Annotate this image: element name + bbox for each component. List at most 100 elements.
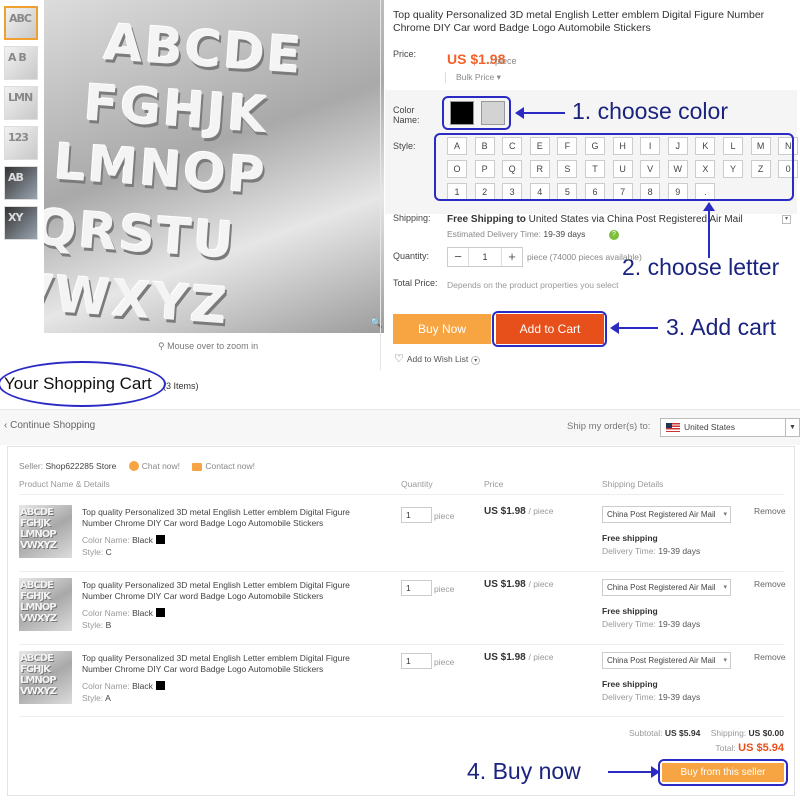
item-title-link[interactable]: Top quality Personalized 3D metal Englis… [82,653,358,675]
subtotal-label: Subtotal: [628,728,663,738]
column-quantity: Quantity [401,479,433,489]
bulk-price-toggle[interactable]: Bulk Price ▾ [445,72,501,83]
item-quantity-input[interactable]: 1 [401,507,432,523]
item-delivery: Delivery Time: 19-39 days [602,692,700,702]
thumbnail-4[interactable]: 123 [4,126,38,160]
color-chip [155,535,165,544]
item-color: Color Name: Black [82,534,165,546]
item-style: Style: A [82,692,111,704]
item-thumbnail[interactable]: ABCDE FGHJK LMNOP VWXYZ [19,651,72,704]
item-shipping-method: China Post Registered Air Mail [607,510,716,519]
total-price-note: Depends on the product properties you se… [447,280,619,290]
heart-icon: ♡ [394,353,404,365]
shipping-cost-label: Shipping: [710,728,747,738]
quantity-label: Quantity: [393,251,430,261]
item-free-shipping: Free shipping [602,679,658,689]
chevron-down-icon[interactable]: ▾ [471,356,481,365]
item-price: US $1.98 / piece [484,652,554,663]
annotation-step-4: 4. Buy now [467,758,581,784]
item-remove-link[interactable]: Remove [754,652,786,662]
annotation-step-2: 2. choose letter [622,254,780,280]
item-shipping-select[interactable]: China Post Registered Air Mail ▾ [602,579,731,596]
item-price: US $1.98 / piece [484,506,554,517]
image-letter-row: FGHJK [82,73,271,145]
plus-icon[interactable]: + [502,248,522,266]
image-letter-row: QRSTU [44,198,238,270]
annotation-letter-outline [434,133,794,201]
price-unit: / piece [490,56,517,66]
chevron-down-icon: ▾ [723,511,727,518]
help-icon[interactable]: ? [609,230,619,240]
continue-shopping-link[interactable]: ‹ Continue Shopping [4,420,95,431]
annotation-cart-title-outline [0,361,166,407]
store-link[interactable]: Shop622285 Store [45,461,116,471]
chevron-down-icon: ▾ [723,584,727,591]
country-select[interactable]: United States ▼ [660,418,800,437]
thumbnail-3[interactable]: LMN [4,86,38,120]
contact-now-link[interactable]: Contact now! [205,461,255,471]
buy-now-button[interactable]: Buy Now [393,314,491,344]
item-style-label: Style: [82,693,104,703]
item-shipping-select[interactable]: China Post Registered Air Mail ▾ [602,506,731,523]
item-style-value: A [105,693,111,703]
total-price-label: Total Price: [393,278,438,288]
item-delivery-label: Delivery Time: [602,692,656,702]
item-delivery: Delivery Time: 19-39 days [602,619,700,629]
chat-now-link[interactable]: Chat now! [142,461,180,471]
divider [19,571,784,572]
item-delivery-label: Delivery Time: [602,546,656,556]
item-thumbnail[interactable]: ABCDE FGHJK LMNOP VWXYZ [19,578,72,631]
seller-row: Seller: Shop622285 Store Chat now! Conta… [19,461,255,471]
seller-label: Seller: [19,461,44,471]
minus-icon[interactable]: − [448,248,468,266]
chat-icon [128,461,139,471]
item-price-value: US $1.98 [484,579,526,590]
cart-item-count: (3 Items) [163,381,199,391]
item-free-shipping: Free shipping [602,533,658,543]
zoom-hint-text: Mouse over to zoom in [167,341,259,351]
item-quantity-unit: piece [434,584,455,594]
item-quantity-input[interactable]: 1 [401,580,432,596]
item-delivery: Delivery Time: 19-39 days [602,546,700,556]
us-flag-icon [666,423,680,432]
item-remove-link[interactable]: Remove [754,506,786,516]
product-main-image[interactable]: ABCDE FGHJK LMNOP QRSTU VWXYZ [44,0,384,333]
item-price: US $1.98 / piece [484,579,554,590]
item-thumbnail[interactable]: ABCDE FGHJK LMNOP VWXYZ [19,505,72,558]
cart-total: Total: US $5.94 [715,742,784,754]
item-color-value: Black [132,535,153,545]
item-style: Style: B [82,619,111,631]
thumbnail-1[interactable]: ABC [4,6,38,40]
add-to-wishlist-link[interactable]: ♡ Add to Wish List ▾ [394,352,481,365]
column-shipping: Shipping Details [602,479,664,489]
item-style-label: Style: [82,547,104,557]
style-label: Style: [393,141,416,151]
annotation-color-outline [442,96,511,130]
item-shipping-method: China Post Registered Air Mail [607,656,716,665]
item-remove-link[interactable]: Remove [754,579,786,589]
delivery-days: 19-39 days [543,229,586,239]
shipping-dropdown-icon[interactable]: ▾ [782,215,791,224]
item-free-shipping: Free shipping [602,606,658,616]
item-delivery-value: 19-39 days [658,619,701,629]
item-quantity-input[interactable]: 1 [401,653,432,669]
annotation-arrow-head [703,202,715,211]
thumbnail-strip: ABC A B LMN 123 AB XY [4,6,38,246]
item-color-value: Black [132,608,153,618]
quantity-input[interactable]: 1 [468,248,502,266]
annotation-arrow-vertical [708,208,710,258]
thumbnail-6[interactable]: XY [4,206,38,240]
item-title-link[interactable]: Top quality Personalized 3D metal Englis… [82,580,358,602]
item-title-link[interactable]: Top quality Personalized 3D metal Englis… [82,507,358,529]
item-color-label: Color Name: [82,681,130,691]
thumbnail-5[interactable]: AB [4,166,38,200]
annotation-buy-outline [658,759,788,786]
free-shipping-text: Free Shipping to [447,214,526,225]
divider [19,494,784,495]
column-price: Price [484,479,504,489]
item-shipping-select[interactable]: China Post Registered Air Mail ▾ [602,652,731,669]
magnifier-icon: ⚲ [158,341,165,351]
thumbnail-2[interactable]: A B [4,46,38,80]
divider [19,716,784,717]
color-chip [155,608,165,617]
